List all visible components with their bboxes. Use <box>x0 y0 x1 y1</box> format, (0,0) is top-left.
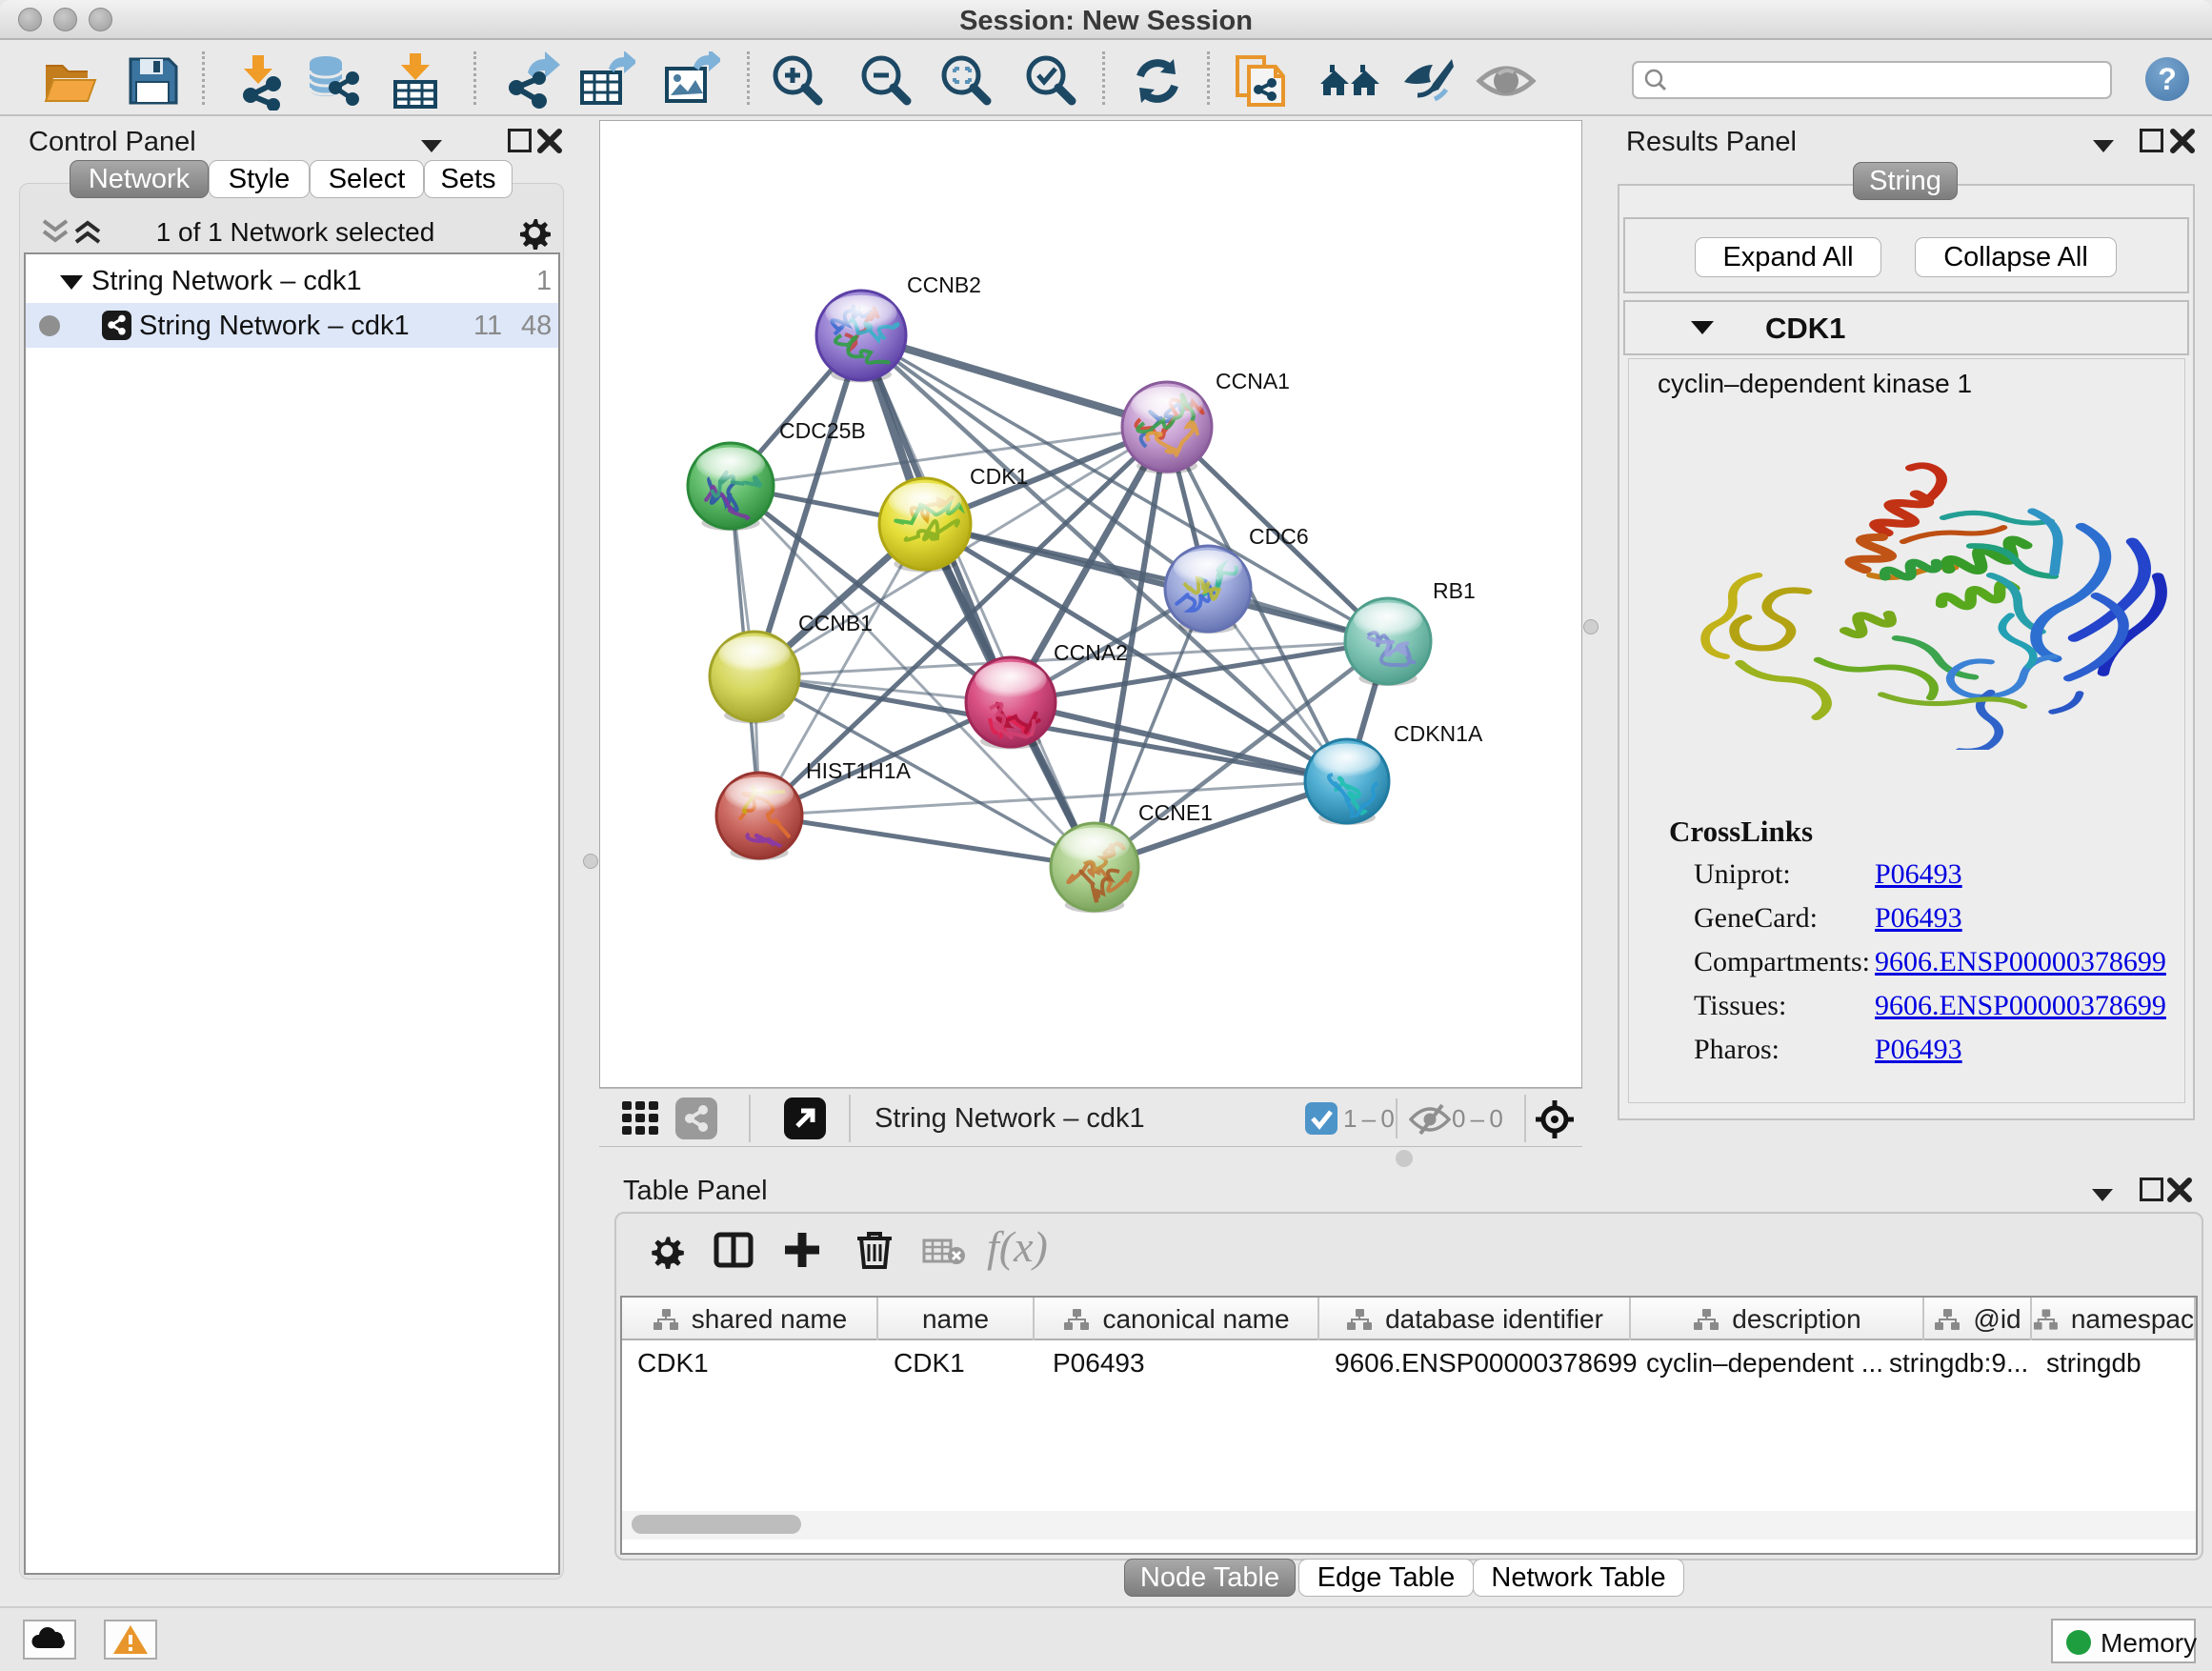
svg-text:CDK1: CDK1 <box>970 464 1028 489</box>
svg-text:CDC6: CDC6 <box>1249 524 1309 549</box>
svg-text:CCNE1: CCNE1 <box>1138 800 1213 825</box>
svg-text:RB1: RB1 <box>1433 578 1476 603</box>
svg-text:CDKN1A: CDKN1A <box>1394 721 1483 746</box>
svg-text:CCNA1: CCNA1 <box>1216 369 1290 393</box>
svg-text:CDC25B: CDC25B <box>779 418 866 443</box>
svg-text:CCNB2: CCNB2 <box>907 272 981 297</box>
svg-text:CCNB1: CCNB1 <box>798 611 873 635</box>
svg-text:CCNA2: CCNA2 <box>1054 640 1128 665</box>
svg-text:HIST1H1A: HIST1H1A <box>806 758 912 783</box>
